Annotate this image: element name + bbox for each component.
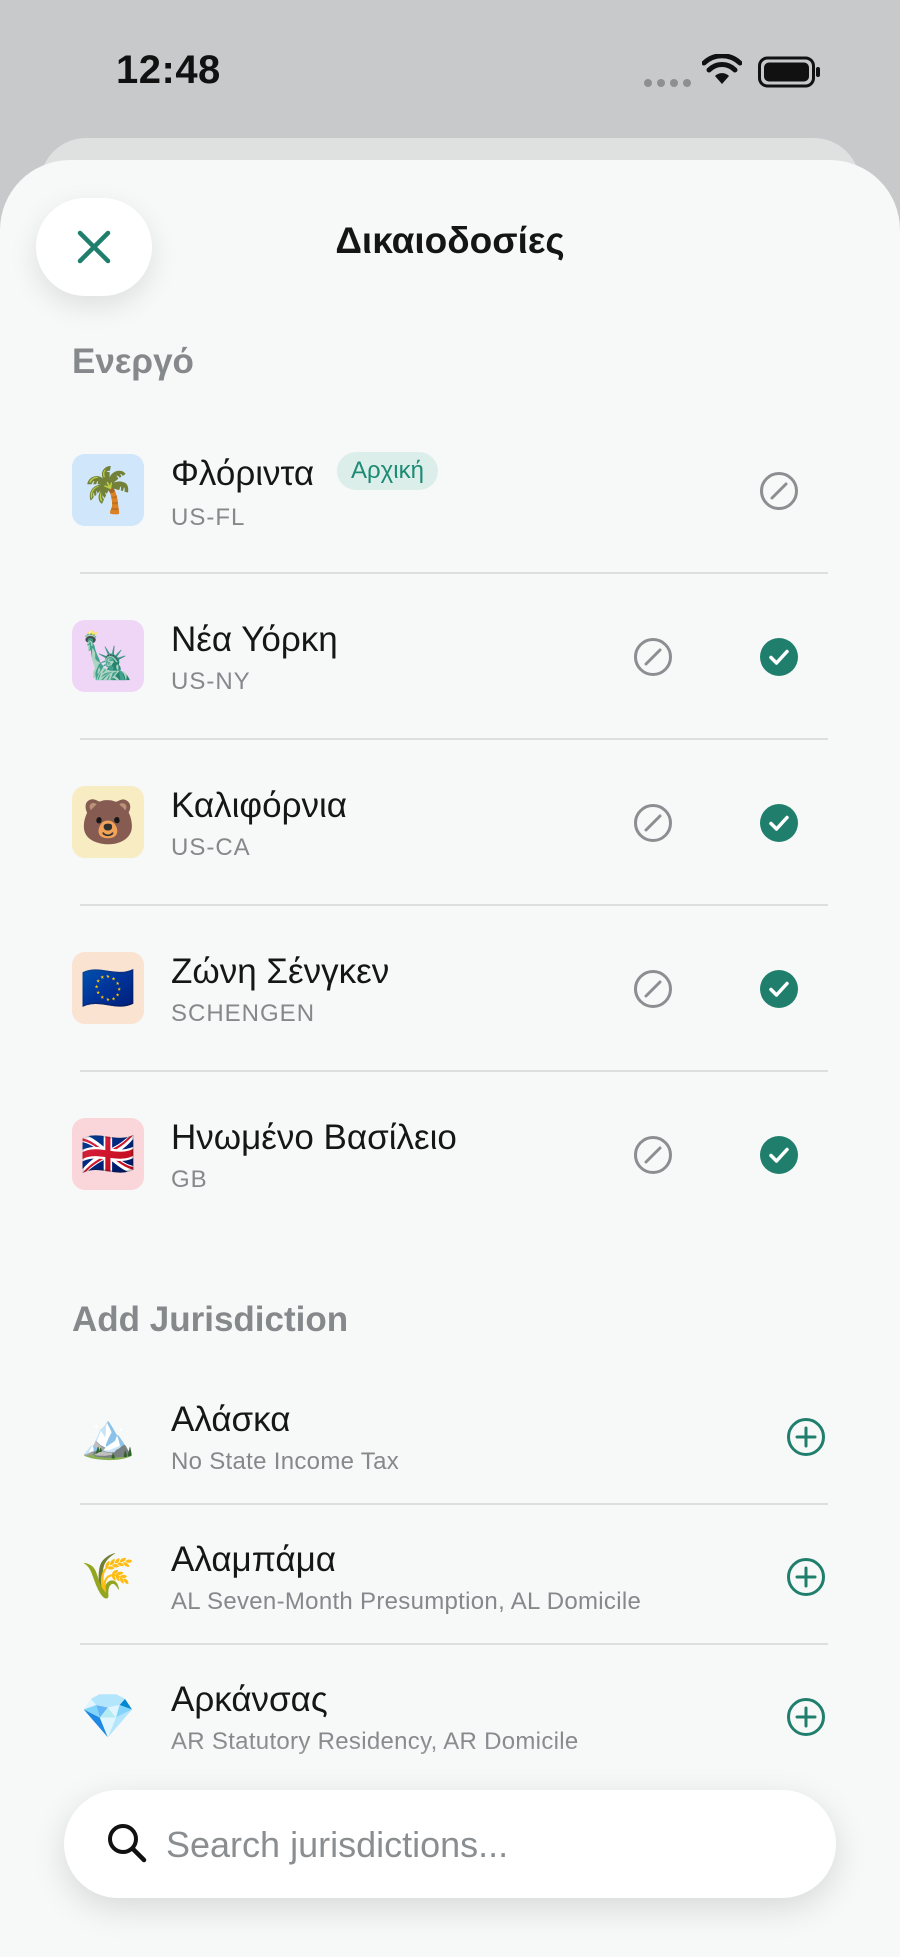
edit-icon[interactable]: [633, 1135, 673, 1175]
jurisdiction-icon: 🇬🇧: [72, 1118, 144, 1190]
checkmark-icon[interactable]: [759, 803, 799, 843]
checkmark-icon[interactable]: [759, 1135, 799, 1175]
divider: [80, 904, 828, 906]
checkmark-icon[interactable]: [759, 969, 799, 1009]
divider: [80, 572, 828, 574]
jurisdiction-name: Ηνωμένο Βασίλειο: [171, 1118, 457, 1157]
add-icon[interactable]: [786, 1417, 826, 1457]
jurisdiction-icon: 🌴: [72, 454, 144, 526]
section-header-active: Ενεργό: [72, 342, 194, 381]
search-icon: [108, 1824, 147, 1863]
jurisdictions-sheet: Δικαιοδοσίες Ενεργό 🌴 Φλόριντα Αρχική US…: [0, 160, 900, 1957]
jurisdiction-name: Αλάσκα: [171, 1400, 291, 1439]
list-item[interactable]: 🌾 Αλαμπάμα AL Seven-Month Presumption, A…: [0, 1540, 900, 1650]
edit-icon[interactable]: [633, 637, 673, 677]
signal-dots-icon: [644, 79, 691, 87]
list-item[interactable]: 🏔️ Αλάσκα No State Income Tax: [0, 1400, 900, 1510]
section-header-add: Add Jurisdiction: [72, 1300, 349, 1339]
add-icon[interactable]: [786, 1557, 826, 1597]
list-item[interactable]: 🌴 Φλόριντα Αρχική US-FL: [0, 440, 900, 610]
search-bar[interactable]: [64, 1790, 836, 1898]
jurisdiction-icon: 🇪🇺: [72, 952, 144, 1024]
jurisdiction-name: Ζώνη Σένγκεν: [171, 952, 390, 991]
list-item[interactable]: 🐻 Καλιφόρνια US-CA: [0, 786, 900, 906]
jurisdiction-code: US-CA: [171, 834, 251, 861]
list-item[interactable]: 🇬🇧 Ηνωμένο Βασίλειο GB: [0, 1118, 900, 1238]
divider: [80, 1643, 828, 1645]
checkmark-icon[interactable]: [759, 637, 799, 677]
list-item[interactable]: 🇪🇺 Ζώνη Σένγκεν SCHENGEN: [0, 952, 900, 1072]
edit-icon[interactable]: [759, 471, 799, 511]
status-time: 12:48: [116, 48, 221, 92]
jurisdiction-code: US-FL: [171, 504, 246, 531]
jurisdiction-name: Αρκάνσας: [171, 1680, 328, 1719]
jurisdiction-description: No State Income Tax: [171, 1448, 400, 1475]
jurisdiction-code: SCHENGEN: [171, 1000, 316, 1027]
edit-icon[interactable]: [633, 969, 673, 1009]
page-title: Δικαιοδοσίες: [335, 220, 565, 261]
list-item[interactable]: 🗽 Νέα Υόρκη US-NY: [0, 620, 900, 740]
divider: [80, 1503, 828, 1505]
jurisdiction-icon: 🏔️: [80, 1412, 136, 1461]
jurisdiction-icon: 🐻: [72, 786, 144, 858]
wifi-icon: [702, 54, 742, 84]
status-bar: 12:48: [0, 0, 900, 140]
battery-icon: [758, 56, 820, 88]
jurisdiction-description: AL Seven-Month Presumption, AL Domicile: [171, 1588, 642, 1615]
jurisdiction-code: GB: [171, 1166, 208, 1193]
primary-badge: Αρχική: [337, 452, 438, 490]
jurisdiction-name: Φλόριντα: [171, 454, 315, 493]
add-icon[interactable]: [786, 1697, 826, 1737]
edit-icon[interactable]: [633, 803, 673, 843]
jurisdiction-name: Νέα Υόρκη: [171, 620, 338, 659]
jurisdiction-name: Καλιφόρνια: [171, 786, 348, 825]
divider: [80, 1070, 828, 1072]
search-input[interactable]: [164, 1814, 788, 1876]
jurisdiction-name: Αλαμπάμα: [171, 1540, 337, 1579]
jurisdiction-icon: 🌾: [80, 1552, 136, 1601]
divider: [80, 738, 828, 740]
jurisdiction-code: US-NY: [171, 668, 251, 695]
jurisdiction-icon: 🗽: [72, 620, 144, 692]
